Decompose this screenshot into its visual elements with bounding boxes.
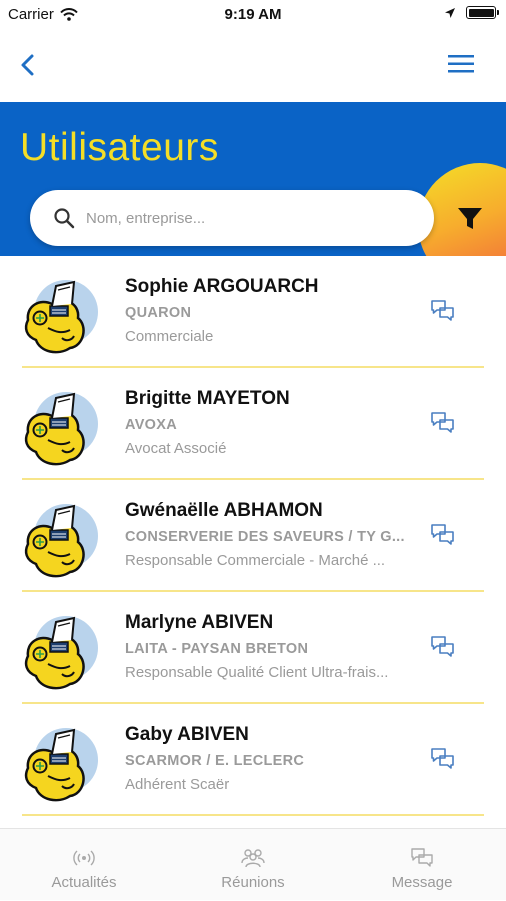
user-company: SCARMOR / E. LECLERC <box>125 753 305 769</box>
chat-icon[interactable] <box>430 634 456 660</box>
user-role: Avocat Associé <box>125 440 227 457</box>
hamburger-menu-icon <box>448 55 474 73</box>
page-title: Utilisateurs <box>20 126 219 169</box>
user-name: Brigitte MAYETON <box>125 388 290 409</box>
header-banner: Utilisateurs <box>0 102 506 256</box>
avatar <box>24 392 98 466</box>
people-group-icon <box>241 849 265 868</box>
nav-bar <box>0 30 506 102</box>
user-company: AVOXA <box>125 417 177 433</box>
location-arrow-icon <box>445 7 455 18</box>
clock: 9:19 AM <box>224 6 282 23</box>
tab-label: Message <box>391 874 453 891</box>
tab-message[interactable]: Message <box>338 829 506 901</box>
menu-button[interactable] <box>446 52 476 76</box>
user-role: Commerciale <box>125 328 214 345</box>
user-company: LAITA - PAYSAN BRETON <box>125 641 309 657</box>
user-name: Sophie ARGOUARCH <box>125 276 319 297</box>
user-name: Marlyne ABIVEN <box>125 612 274 633</box>
avatar <box>24 616 98 690</box>
chat-bubbles-icon <box>411 848 433 867</box>
tab-label: Actualités <box>51 874 117 891</box>
search-icon <box>54 208 75 229</box>
user-company: QUARON <box>125 305 192 321</box>
chat-icon[interactable] <box>430 746 456 772</box>
status-bar: Carrier 9:19 AM <box>0 0 506 30</box>
chat-icon[interactable] <box>430 522 456 548</box>
user-company: CONSERVERIE DES SAVEURS / TY G... <box>125 529 405 545</box>
chat-icon[interactable] <box>430 410 456 436</box>
tab-actualites[interactable]: Actualités <box>0 829 168 901</box>
user-row[interactable]: Gaby ABIVEN SCARMOR / E. LECLERC Adhérent … <box>0 704 506 816</box>
user-name: Gwénaëlle ABHAMON <box>125 500 323 521</box>
user-row[interactable]: Brigitte MAYETON AVOXA Avocat Associé <box>0 368 506 480</box>
user-row[interactable]: Gwénaëlle ABHAMON CONSERVERIE DES SAVEURS… <box>0 480 506 592</box>
user-name: Gaby ABIVEN <box>125 724 249 745</box>
search-bar[interactable] <box>30 190 434 246</box>
user-row[interactable]: Sophie ARGOUARCH QUARON Commerciale <box>0 256 506 368</box>
tab-reunions[interactable]: Réunions <box>169 829 337 901</box>
chevron-left-icon <box>21 54 34 76</box>
status-indicators <box>444 6 499 19</box>
tab-bar: Actualités Réunions Message <box>0 828 506 900</box>
user-role: Adhérent Scaër <box>125 776 230 793</box>
user-role: Responsable Qualité Client Ultra-frais..… <box>125 664 389 681</box>
row-divider <box>22 814 484 816</box>
avatar <box>24 728 98 802</box>
tab-label: Réunions <box>221 874 285 891</box>
avatar <box>24 504 98 578</box>
user-list: Sophie ARGOUARCH QUARON Commerciale Brigit… <box>0 256 506 828</box>
chat-icon[interactable] <box>430 298 456 324</box>
back-button[interactable] <box>14 48 44 82</box>
search-input[interactable] <box>84 208 408 228</box>
filter-funnel-icon <box>458 208 482 229</box>
battery-icon <box>466 6 499 19</box>
avatar <box>24 280 98 354</box>
broadcast-icon <box>73 850 95 866</box>
user-row[interactable]: Marlyne ABIVEN LAITA - PAYSAN BRETON Respo… <box>0 592 506 704</box>
user-role: Responsable Commerciale - Marché ... <box>125 552 386 569</box>
